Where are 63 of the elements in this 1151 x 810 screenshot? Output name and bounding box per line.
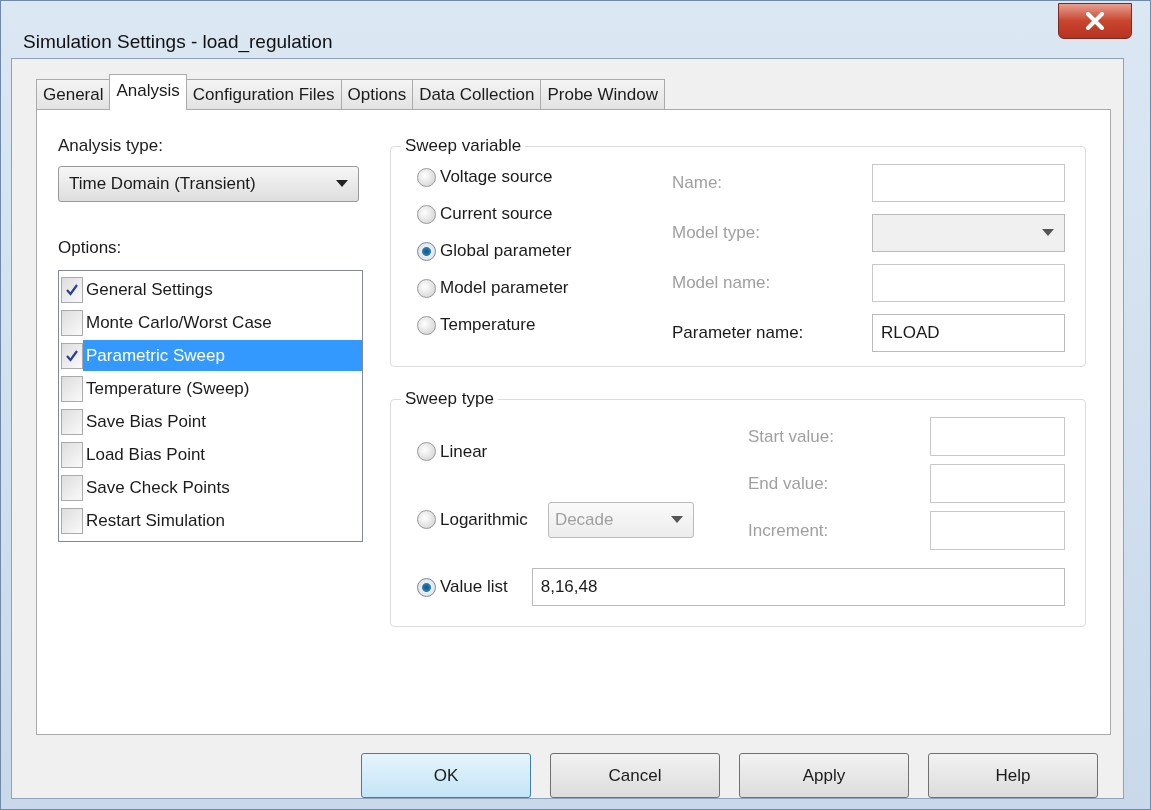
checkbox[interactable] [61, 507, 83, 534]
checkbox[interactable] [61, 441, 83, 468]
checkbox[interactable] [61, 342, 83, 369]
tab[interactable]: General [36, 79, 111, 109]
checkbox[interactable] [61, 309, 83, 336]
radio-option[interactable]: Current source [417, 201, 572, 227]
list-item[interactable]: Save Check Points [83, 472, 362, 503]
input-field[interactable]: RLOAD [872, 314, 1065, 352]
field-value: 8,16,48 [540, 577, 598, 597]
window-title: Simulation Settings - load_regulation [23, 31, 333, 53]
group-title: Sweep type [404, 389, 495, 409]
field-value: RLOAD [881, 323, 940, 343]
model-type-dropdown[interactable] [872, 214, 1065, 252]
radio-option[interactable]: Logarithmic [417, 506, 528, 533]
radio-option[interactable]: Temperature [417, 312, 572, 338]
list-item[interactable]: Restart Simulation [83, 505, 362, 536]
close-button[interactable] [1058, 3, 1132, 39]
radio-option[interactable]: Value list [417, 574, 508, 600]
input-field[interactable] [930, 417, 1065, 456]
checkbox[interactable] [61, 276, 83, 303]
group-title: Sweep variable [404, 136, 523, 156]
field-label: Options: [58, 238, 123, 259]
list-item[interactable]: Load Bias Point [83, 439, 362, 470]
field-label: Start value: [748, 426, 835, 447]
field-label: Model type: [672, 223, 761, 243]
field-label: Name: [672, 173, 724, 193]
checkbox[interactable] [61, 408, 83, 435]
field-label: Model name: [672, 273, 772, 293]
checkbox[interactable] [61, 474, 83, 501]
input-field[interactable] [872, 164, 1065, 202]
caret-icon [336, 180, 348, 188]
dialog-button[interactable]: OK [361, 753, 531, 798]
checkbox[interactable] [61, 375, 83, 402]
input-field[interactable] [930, 464, 1065, 503]
analysis-type-dropdown[interactable]: Time Domain (Transient) [58, 166, 359, 202]
check-icon [65, 348, 79, 363]
dialog-button[interactable]: Apply [739, 753, 909, 798]
caret-icon [670, 515, 683, 524]
close-icon [1084, 12, 1106, 30]
list-item[interactable]: Save Bias Point [83, 406, 362, 437]
input-field[interactable] [872, 264, 1065, 302]
list-item[interactable]: Temperature (Sweep) [83, 373, 362, 404]
list-item[interactable]: Monte Carlo/Worst Case [83, 307, 362, 338]
field-label: Analysis type: [58, 136, 164, 157]
check-icon [65, 282, 79, 297]
list-item[interactable]: General Settings [83, 274, 362, 305]
radio-option[interactable]: Linear [417, 438, 488, 465]
tab[interactable]: Options [340, 79, 414, 109]
input-field[interactable]: 8,16,48 [531, 568, 1065, 606]
field-label: End value: [748, 473, 830, 494]
field-label: Increment: [748, 520, 830, 541]
tab[interactable]: Configuration Files [185, 79, 342, 109]
caret-icon [1042, 229, 1054, 237]
radio-option[interactable]: Global parameter [417, 238, 572, 264]
field-label: Parameter name: [672, 323, 805, 343]
input-field[interactable] [930, 511, 1065, 550]
dialog-button[interactable]: Cancel [550, 753, 720, 798]
tab[interactable]: Data Collection [412, 79, 542, 109]
radio-option[interactable]: Voltage source [417, 164, 572, 190]
radio-option[interactable]: Model parameter [417, 275, 572, 301]
tab[interactable]: Analysis [109, 74, 187, 110]
dialog-button[interactable]: Help [928, 753, 1098, 798]
tab[interactable]: Probe Window [540, 79, 665, 109]
